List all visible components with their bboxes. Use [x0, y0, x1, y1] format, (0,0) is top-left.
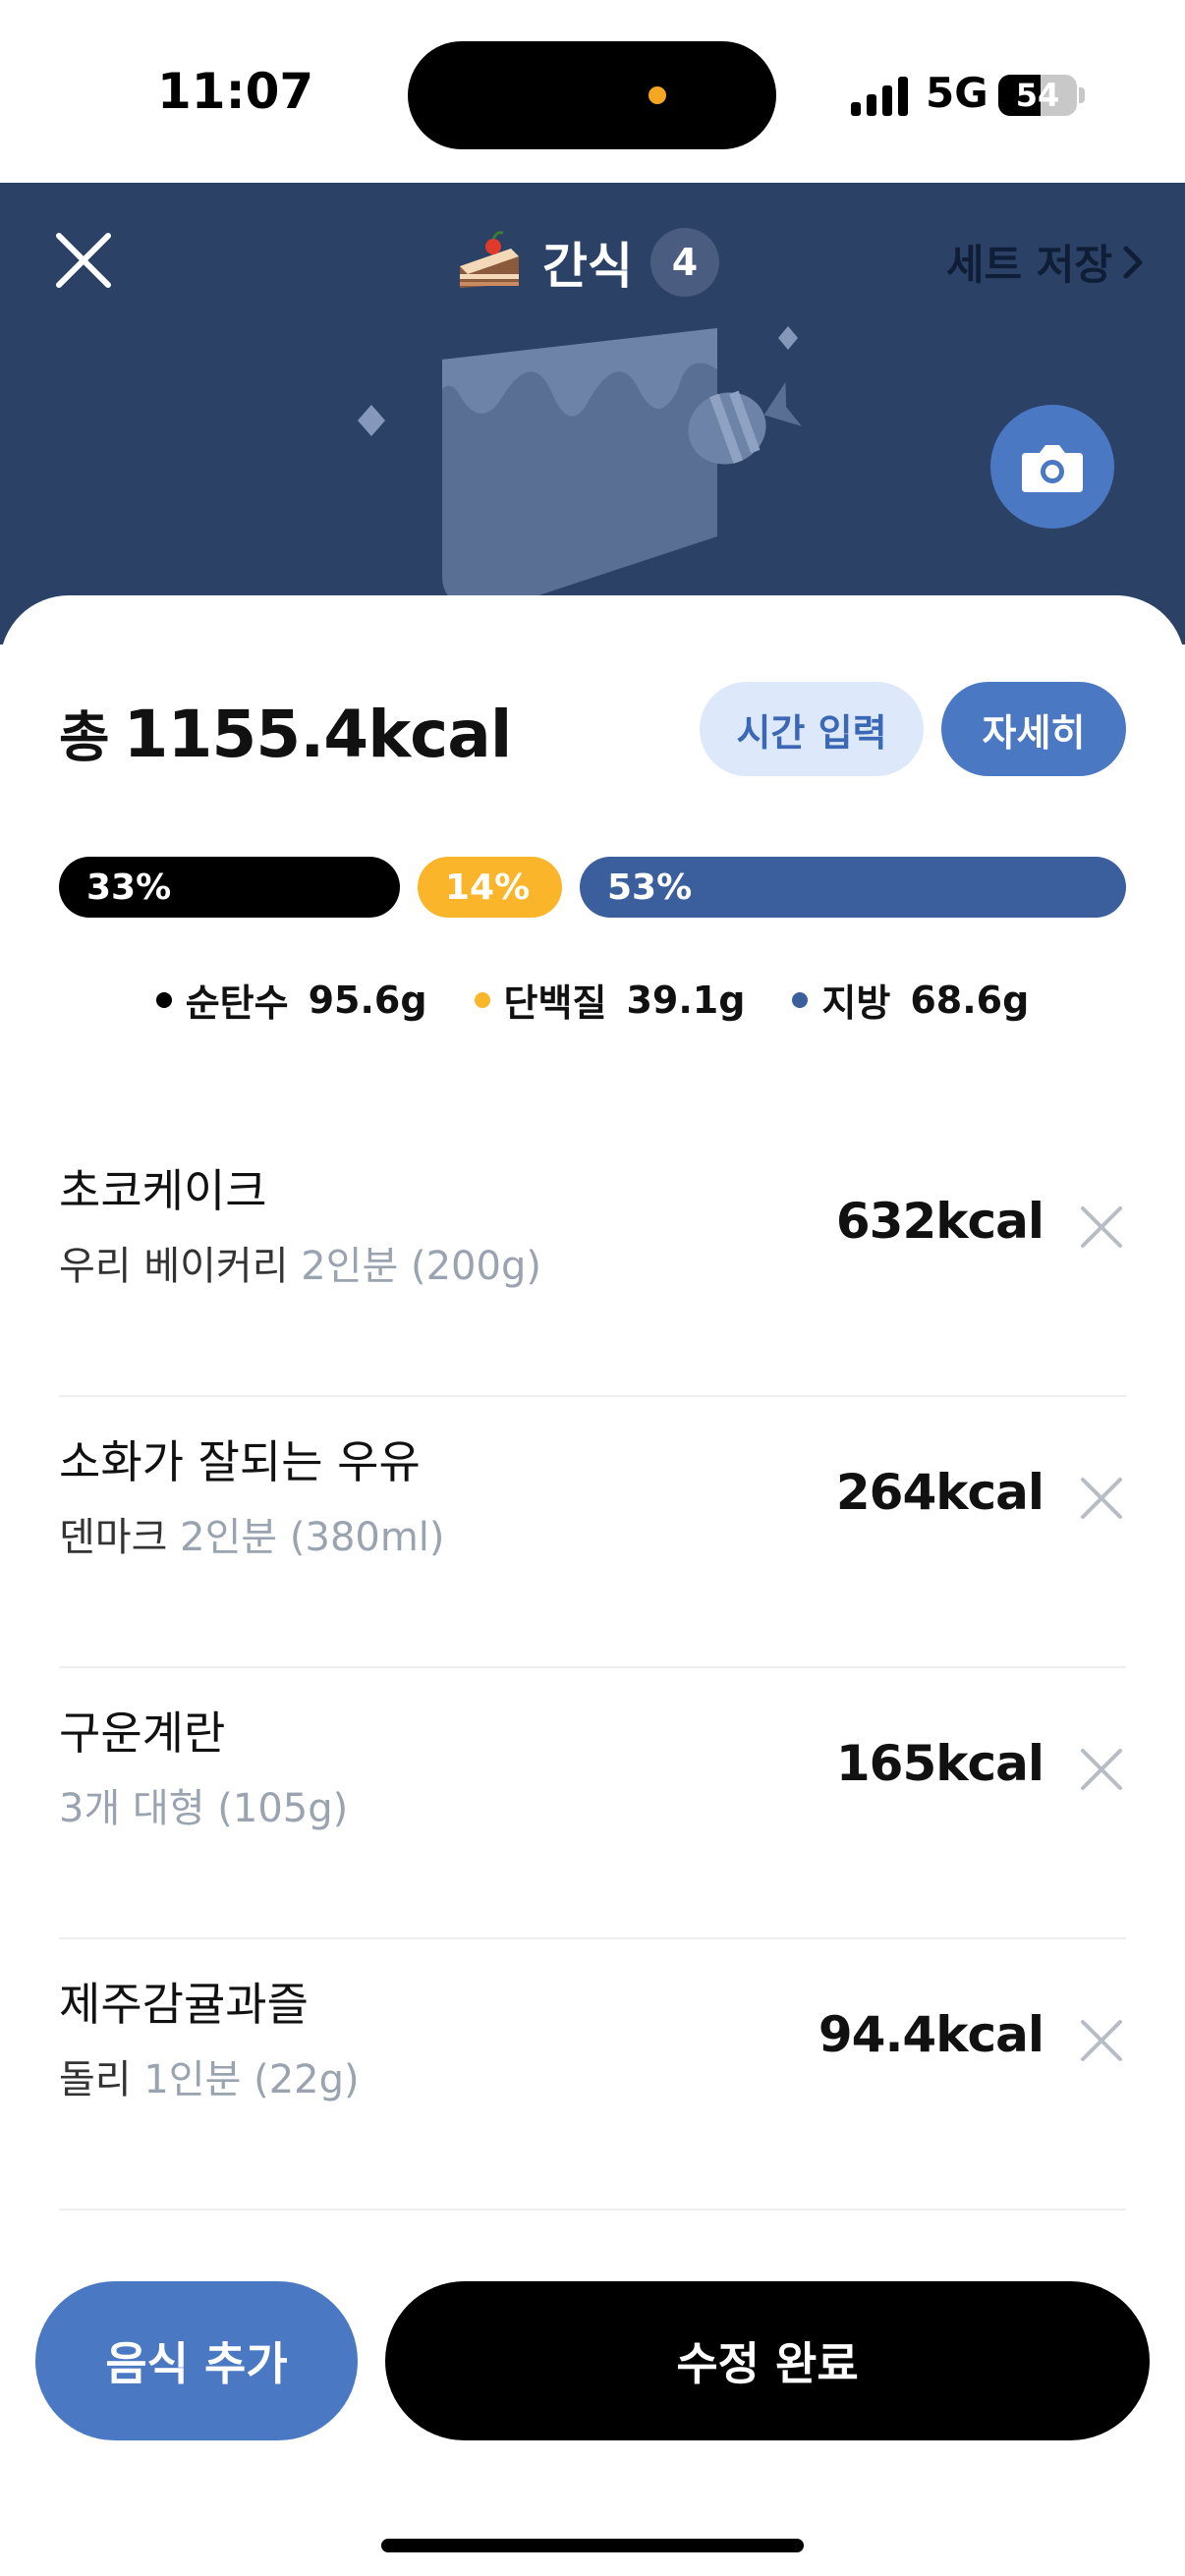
- cake-icon: [460, 231, 519, 288]
- food-portion: 3개 대형 (105g): [59, 1786, 349, 1831]
- carbs-dot: [155, 991, 172, 1008]
- remove-icon[interactable]: [1077, 1474, 1126, 1523]
- food-detail: 우리 베이커리 2인분 (200g): [59, 1234, 541, 1291]
- battery-cap: [1079, 87, 1085, 103]
- food-count-badge: 4: [650, 228, 719, 297]
- food-detail: 덴마크 2인분 (380ml): [59, 1505, 445, 1562]
- add-food-button[interactable]: 음식 추가: [35, 2281, 358, 2440]
- save-set-label: 세트 저장: [945, 241, 1112, 289]
- macro-ratio-bar: 33% 14% 53%: [59, 857, 1126, 918]
- carbs-value: 95.6g: [308, 978, 427, 1022]
- remove-icon[interactable]: [1077, 1745, 1126, 1794]
- finish-edit-button[interactable]: 수정 완료: [385, 2281, 1150, 2440]
- protein-dot: [474, 991, 490, 1008]
- camera-icon: [1022, 445, 1083, 492]
- food-detail: 돌리 1인분 (22g): [59, 2047, 360, 2104]
- food-brand: 돌리: [59, 2057, 132, 2102]
- food-item[interactable]: 구운계란 3개 대형 (105g) 165kcal: [59, 1668, 1126, 1939]
- cellular-signal-icon: [851, 77, 908, 116]
- fat-value: 68.6g: [910, 978, 1030, 1022]
- protein-label: 단백질: [503, 981, 607, 1025]
- food-name: 제주감귤과즐: [59, 1978, 309, 2031]
- chevron-right-icon: [1123, 246, 1143, 278]
- protein-value: 39.1g: [626, 978, 746, 1022]
- food-portion: 2인분 (380ml): [180, 1515, 445, 1560]
- food-portion: 1인분 (22g): [143, 2057, 360, 2102]
- camera-button[interactable]: [990, 405, 1114, 529]
- total-calories: 총 1155.4kcal: [59, 694, 513, 773]
- food-list: 초코케이크 우리 베이커리 2인분 (200g) 632kcal 소화가 잘되는…: [59, 1126, 1126, 2211]
- status-bar: 11:07 5G 54: [0, 0, 1185, 183]
- fat-percent: 53%: [607, 867, 693, 908]
- carbs-percent: 33%: [86, 867, 172, 908]
- legend-fat: 지방 68.6g: [792, 973, 1029, 1027]
- meal-detail-card: 총 1155.4kcal 시간 입력 자세히 33% 14% 53% 순탄수 9…: [0, 595, 1185, 2576]
- food-detail: 3개 대형 (105g): [59, 1776, 348, 1833]
- meal-header: 간식 4 세트 저장: [0, 183, 1185, 644]
- food-name: 소화가 잘되는 우유: [59, 1435, 421, 1488]
- battery-icon: 54: [998, 75, 1077, 116]
- food-item[interactable]: 초코케이크 우리 베이커리 2인분 (200g) 632kcal: [59, 1126, 1126, 1397]
- home-indicator: [381, 2539, 804, 2552]
- carbs-segment: 33%: [59, 857, 400, 918]
- protein-segment: 14%: [418, 857, 562, 918]
- food-item[interactable]: 소화가 잘되는 우유 덴마크 2인분 (380ml) 264kcal: [59, 1397, 1126, 1668]
- time-input-button[interactable]: 시간 입력: [700, 682, 924, 776]
- snack-illustration: [358, 326, 802, 611]
- remove-icon[interactable]: [1077, 1203, 1126, 1252]
- meal-title-group: 간식 4: [454, 218, 719, 307]
- food-portion: 2인분 (200g): [301, 1244, 541, 1289]
- macro-legend: 순탄수 95.6g 단백질 39.1g 지방 68.6g: [0, 973, 1185, 1027]
- carbs-label: 순탄수: [185, 981, 289, 1025]
- food-name: 초코케이크: [59, 1164, 267, 1217]
- detail-button[interactable]: 자세히: [941, 682, 1126, 776]
- total-kcal-value: 1155.4kcal: [123, 697, 513, 772]
- food-kcal: 94.4kcal: [818, 2006, 1044, 2063]
- legend-carbs: 순탄수 95.6g: [155, 973, 427, 1027]
- total-prefix: 총: [59, 706, 110, 770]
- food-brand: 덴마크: [59, 1515, 168, 1560]
- status-time: 11:07: [157, 63, 314, 120]
- remove-icon[interactable]: [1077, 2016, 1126, 2065]
- dynamic-island: [408, 41, 776, 149]
- fat-segment: 53%: [580, 857, 1126, 918]
- food-name: 구운계란: [59, 1707, 226, 1760]
- save-set-button[interactable]: 세트 저장: [946, 232, 1146, 292]
- food-kcal: 165kcal: [835, 1735, 1044, 1792]
- fat-dot: [792, 991, 809, 1008]
- meal-title: 간식: [542, 238, 633, 295]
- close-icon[interactable]: [49, 226, 118, 295]
- legend-protein: 단백질 39.1g: [474, 973, 746, 1027]
- food-brand: 우리 베이커리: [59, 1244, 289, 1289]
- network-type: 5G: [926, 69, 988, 117]
- food-kcal: 632kcal: [835, 1193, 1044, 1250]
- fat-label: 지방: [821, 981, 891, 1025]
- food-kcal: 264kcal: [835, 1464, 1044, 1521]
- battery-percent: 54: [1015, 77, 1060, 114]
- protein-percent: 14%: [445, 867, 531, 908]
- food-item[interactable]: 제주감귤과즐 돌리 1인분 (22g) 94.4kcal: [59, 1939, 1126, 2211]
- privacy-indicator-dot: [649, 86, 666, 104]
